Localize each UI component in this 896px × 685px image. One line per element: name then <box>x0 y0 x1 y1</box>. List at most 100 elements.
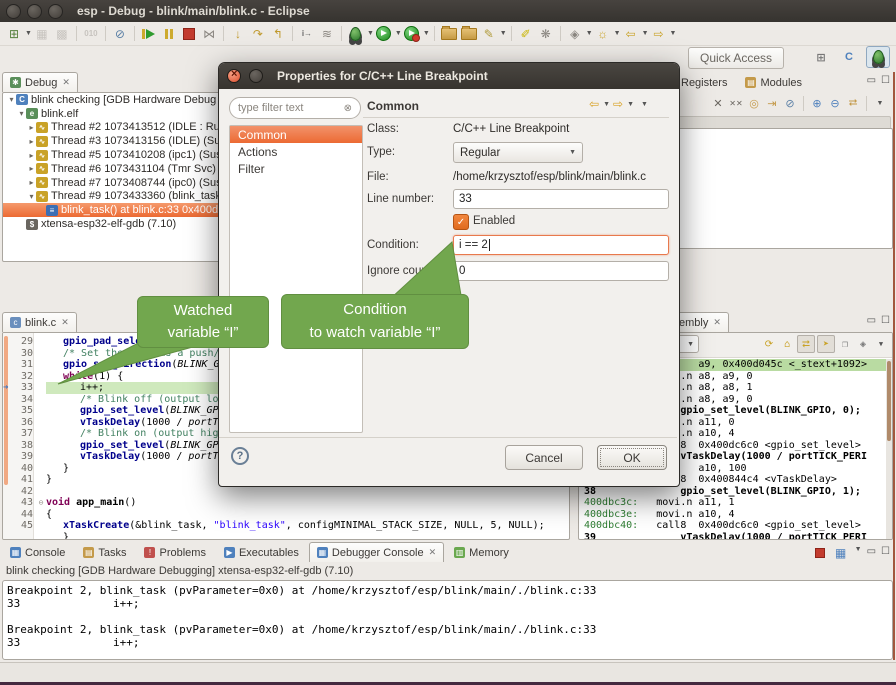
tab-modules[interactable]: ▤ Modules <box>737 72 810 92</box>
back-button[interactable]: ⇦ <box>622 25 640 43</box>
clear-filter-icon[interactable]: ⊗ <box>344 103 352 114</box>
dialog-close-button[interactable] <box>227 69 241 83</box>
minimize-view-icon[interactable]: ▭ <box>867 315 876 326</box>
run-button[interactable] <box>375 25 393 43</box>
run-dropdown[interactable]: ▼ <box>395 30 402 37</box>
debug-tree-item[interactable]: ▸∿Thread #5 1073410208 (ipc1) (Susp <box>3 148 233 162</box>
dialog-nav-common[interactable]: Common <box>230 126 362 143</box>
dialog-window-button[interactable] <box>249 69 263 83</box>
open-resource-button[interactable] <box>460 25 478 43</box>
new-wizard-dropdown[interactable]: ▼ <box>25 30 32 37</box>
debug-tree-item[interactable]: ▸∿Thread #7 1073408744 (ipc0) (Susp <box>3 176 233 190</box>
window-maximize-button[interactable] <box>48 4 63 19</box>
tab-console[interactable]: ▦Console <box>2 542 73 562</box>
step-over-button[interactable]: ↷ <box>249 25 267 43</box>
home-icon[interactable]: ⌂ <box>779 336 795 352</box>
disassembly-scrollbar[interactable] <box>886 359 892 539</box>
close-icon[interactable]: ✕ <box>62 77 70 88</box>
skip-all-breakpoints-button[interactable]: ⊘ <box>111 25 129 43</box>
window-close-button[interactable] <box>6 4 21 19</box>
editor-line-end[interactable]: } <box>3 532 569 541</box>
dialog-nav-filter[interactable]: Filter <box>230 160 362 177</box>
follow-execution-icon[interactable]: ➤ <box>817 335 835 353</box>
maximize-view-icon[interactable]: ☐ <box>881 546 890 560</box>
new-wizard-button[interactable]: ⊞ <box>5 25 23 43</box>
debug-tree-item[interactable]: ▸∿Thread #3 1073413156 (IDLE) (Susp <box>3 134 233 148</box>
open-new-view-icon[interactable]: ❐ <box>837 336 853 352</box>
resume-button[interactable] <box>140 25 158 43</box>
use-step-filters-button[interactable]: ≋ <box>318 25 336 43</box>
remove-all-breakpoints-icon[interactable]: ✕✕ <box>728 95 744 111</box>
pin-editor-dropdown[interactable]: ▼ <box>586 30 593 37</box>
terminate-console-icon[interactable] <box>813 546 827 560</box>
run-external-tools-dropdown[interactable]: ▼ <box>423 30 430 37</box>
maximize-view-icon[interactable]: ☐ <box>881 315 890 326</box>
debug-tree-item[interactable]: ▾∿Thread #9 1073433360 (blink_task <box>3 190 233 204</box>
debug-tree-item[interactable]: $xtensa-esp32-elf-gdb (7.10) <box>3 217 233 231</box>
cpp-perspective-button[interactable]: C <box>838 47 860 67</box>
tab-executables[interactable]: ▶Executables <box>216 542 307 562</box>
debug-button[interactable] <box>347 25 365 43</box>
tab-debugger-console[interactable]: ▦Debugger Console✕ <box>309 542 444 562</box>
forward-dropdown[interactable]: ▼ <box>670 30 677 37</box>
forward-button[interactable]: ⇨ <box>650 25 668 43</box>
run-external-tools-button[interactable] <box>403 25 421 43</box>
step-return-button[interactable]: ↰ <box>269 25 287 43</box>
sync-with-active-debug-context-icon[interactable]: ⮂ <box>797 335 815 353</box>
step-into-button[interactable]: ↓ <box>229 25 247 43</box>
editor-line-42[interactable]: 42 <box>3 486 569 498</box>
chevron-down-icon[interactable]: ▼ <box>687 341 694 348</box>
mark-occurrences-button[interactable]: ✐ <box>517 25 535 43</box>
editor-line-45[interactable]: 45xTaskCreate(&blink_task, "blink_task",… <box>3 520 569 532</box>
debug-tree-item[interactable]: ▾eblink.elf <box>3 107 233 121</box>
pin-view-icon[interactable]: ◈ <box>855 336 871 352</box>
debug-perspective-button[interactable] <box>866 46 890 68</box>
terminate-button[interactable] <box>180 25 198 43</box>
tab-debug[interactable]: ✱ Debug✕ <box>2 72 78 92</box>
help-button[interactable]: ? <box>231 447 249 465</box>
ignore-count-input[interactable]: 0 <box>453 261 669 281</box>
editor-line-43[interactable]: 43⊖void app_main() <box>3 497 569 509</box>
skip-all-breakpoints-icon[interactable]: ⊘ <box>782 95 798 111</box>
cancel-button[interactable]: Cancel <box>505 445 583 470</box>
stack-frame-item-selected[interactable]: ≡blink_task() at blink.c:33 0x400dbc14 <box>3 203 233 217</box>
remove-breakpoint-icon[interactable]: ✕ <box>710 95 726 111</box>
close-icon[interactable]: ✕ <box>713 317 721 328</box>
link-with-debug-view-icon[interactable]: ⮂ <box>845 95 861 111</box>
collapse-all-icon[interactable]: ⊖ <box>827 95 843 111</box>
disconnect-button[interactable]: ⋈ <box>200 25 218 43</box>
back-arrow-icon[interactable]: ⇦ <box>589 97 599 111</box>
window-minimize-button[interactable] <box>27 4 42 19</box>
console-output[interactable]: Breakpoint 2, blink_task (pvParameter=0x… <box>2 580 893 660</box>
ok-button[interactable]: OK <box>597 445 667 470</box>
show-breakpoints-for-target-icon[interactable]: ◎ <box>746 95 762 111</box>
debug-tree-item[interactable]: ▸∿Thread #6 1073431104 (Tmr Svc) (S <box>3 162 233 176</box>
tab-memory[interactable]: ▥Memory <box>446 542 517 562</box>
filter-input[interactable]: type filter text ⊗ <box>229 97 361 119</box>
editor-line-44[interactable]: 44{ <box>3 509 569 521</box>
disassembly-row[interactable]: 400dbc3c: movi.n a11, 1 <box>579 497 886 509</box>
minimize-view-icon[interactable]: ▭ <box>867 75 876 86</box>
debug-tree-item[interactable]: ▾Cblink checking [GDB Hardware Debug <box>3 93 233 107</box>
tab-tasks[interactable]: ▤Tasks <box>75 542 134 562</box>
close-icon[interactable]: ✕ <box>61 317 69 328</box>
forward-arrow-icon[interactable]: ⇨ <box>613 97 623 111</box>
suspend-button[interactable] <box>160 25 178 43</box>
breakpoint-pointer-icon[interactable]: ➜ <box>3 382 16 394</box>
close-icon[interactable]: ✕ <box>429 547 437 558</box>
back-dropdown[interactable]: ▼ <box>642 30 649 37</box>
disassembly-source-row[interactable]: 38 gpio_set_level(BLINK_GPIO, 1); <box>579 486 886 498</box>
last-edit-location-dropdown[interactable]: ▼ <box>614 30 621 37</box>
instruction-stepping-button[interactable]: i→ <box>298 25 316 43</box>
open-perspective-button[interactable]: ⊞ <box>810 47 832 67</box>
maximize-view-icon[interactable]: ☐ <box>881 75 890 86</box>
quick-access-button[interactable]: Quick Access <box>688 47 784 69</box>
line-number-input[interactable]: 33 <box>453 189 669 209</box>
display-console-icon[interactable]: ▦ <box>834 546 848 560</box>
debug-tree-item[interactable]: ▸∿Thread #2 1073413512 (IDLE : Runn <box>3 121 233 135</box>
annotations-button[interactable]: ✎ <box>480 25 498 43</box>
build-all-button[interactable]: ❋ <box>537 25 555 43</box>
condition-input[interactable]: i == 2 <box>453 235 669 255</box>
view-menu-icon[interactable]: ▼ <box>641 101 648 108</box>
chevron-down-icon[interactable]: ▼ <box>855 546 862 560</box>
